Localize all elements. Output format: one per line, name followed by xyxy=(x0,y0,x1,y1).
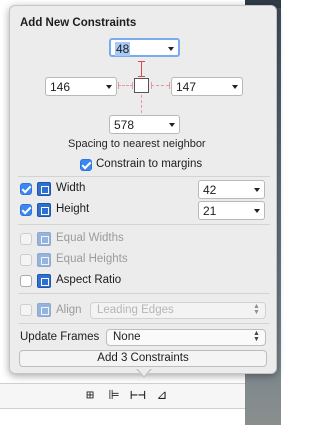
top-spacing-field[interactable]: 48 xyxy=(109,38,180,57)
align-popup[interactable]: Leading Edges ▲ ▼ xyxy=(90,302,266,319)
chevron-down-icon[interactable] xyxy=(254,188,260,192)
update-frames-popup[interactable]: None ▲ ▼ xyxy=(106,329,266,346)
align-label: Align xyxy=(56,304,82,316)
aspect-ratio-icon xyxy=(37,274,51,288)
left-spacing-field[interactable]: 146 xyxy=(45,77,117,96)
layout-toolbar: ⊞ ⊫ ⊢⊣ ⊿ xyxy=(0,383,245,409)
up-down-arrows-icon: ▲ ▼ xyxy=(253,330,260,343)
add-constraints-popover: Add New Constraints 48 146 147 578 Spaci… xyxy=(9,5,277,374)
bottom-spacing-field[interactable]: 578 xyxy=(109,115,180,134)
right-spacing-field[interactable]: 147 xyxy=(171,77,243,96)
chevron-down-icon[interactable] xyxy=(254,209,260,213)
height-value-field[interactable]: 21 xyxy=(198,201,265,220)
left-spacing-value: 146 xyxy=(50,80,71,94)
spacing-caption: Spacing to nearest neighbor xyxy=(68,138,206,150)
equal-heights-label: Equal Heights xyxy=(56,253,128,265)
align-value: Leading Edges xyxy=(97,304,174,316)
height-checkbox[interactable] xyxy=(20,204,32,216)
height-value: 21 xyxy=(203,204,217,218)
popover-arrow-fill xyxy=(137,368,151,376)
add-constraints-icon[interactable]: ⊢⊣ xyxy=(130,389,146,403)
aspect-ratio-label: Aspect Ratio xyxy=(56,274,122,286)
divider xyxy=(18,224,270,225)
constrain-to-margins-label: Constrain to margins xyxy=(96,158,203,170)
width-checkbox[interactable] xyxy=(20,183,32,195)
bottom-strut[interactable] xyxy=(141,95,142,113)
width-value-field[interactable]: 42 xyxy=(198,180,265,199)
divider xyxy=(18,176,270,177)
add-constraints-button[interactable]: Add 3 Constraints xyxy=(19,350,267,367)
chevron-down-icon[interactable] xyxy=(106,85,112,89)
up-down-arrows-icon: ▲ ▼ xyxy=(253,303,260,316)
divider xyxy=(18,293,270,294)
chevron-down-icon[interactable] xyxy=(232,85,238,89)
resolve-issues-icon[interactable]: ⊿ xyxy=(154,389,170,403)
update-frames-value: None xyxy=(113,331,141,343)
constrain-to-margins-checkbox[interactable] xyxy=(80,159,92,171)
right-strut[interactable] xyxy=(151,85,169,86)
equal-heights-checkbox[interactable] xyxy=(20,254,32,266)
embed-in-stack-icon[interactable]: ⊞ xyxy=(82,389,98,403)
equal-widths-icon xyxy=(37,232,51,246)
chevron-down-icon[interactable] xyxy=(169,123,175,127)
right-strut-cap[interactable] xyxy=(169,82,170,89)
height-constraint-icon xyxy=(37,203,51,217)
update-frames-label: Update Frames xyxy=(20,331,100,343)
align-icon xyxy=(37,303,51,317)
left-strut[interactable] xyxy=(118,85,133,86)
aspect-ratio-checkbox[interactable] xyxy=(20,275,32,287)
bottom-spacing-value: 578 xyxy=(114,118,135,132)
width-constraint-icon xyxy=(37,182,51,196)
top-strut-cap[interactable] xyxy=(138,76,145,77)
right-spacing-value: 147 xyxy=(176,80,197,94)
align-icon[interactable]: ⊫ xyxy=(106,389,122,403)
selected-view-box xyxy=(134,78,149,93)
top-strut[interactable] xyxy=(141,61,142,76)
equal-widths-label: Equal Widths xyxy=(56,232,124,244)
equal-heights-icon xyxy=(37,253,51,267)
chevron-down-icon[interactable] xyxy=(168,47,174,51)
divider xyxy=(18,323,270,324)
width-value: 42 xyxy=(203,183,217,197)
equal-widths-checkbox[interactable] xyxy=(20,233,32,245)
height-label: Height xyxy=(56,203,90,215)
width-label: Width xyxy=(56,182,86,194)
popover-title: Add New Constraints xyxy=(20,17,137,29)
left-strut-cap[interactable] xyxy=(132,82,133,89)
align-checkbox[interactable] xyxy=(20,304,32,316)
top-spacing-value: 48 xyxy=(115,42,131,56)
